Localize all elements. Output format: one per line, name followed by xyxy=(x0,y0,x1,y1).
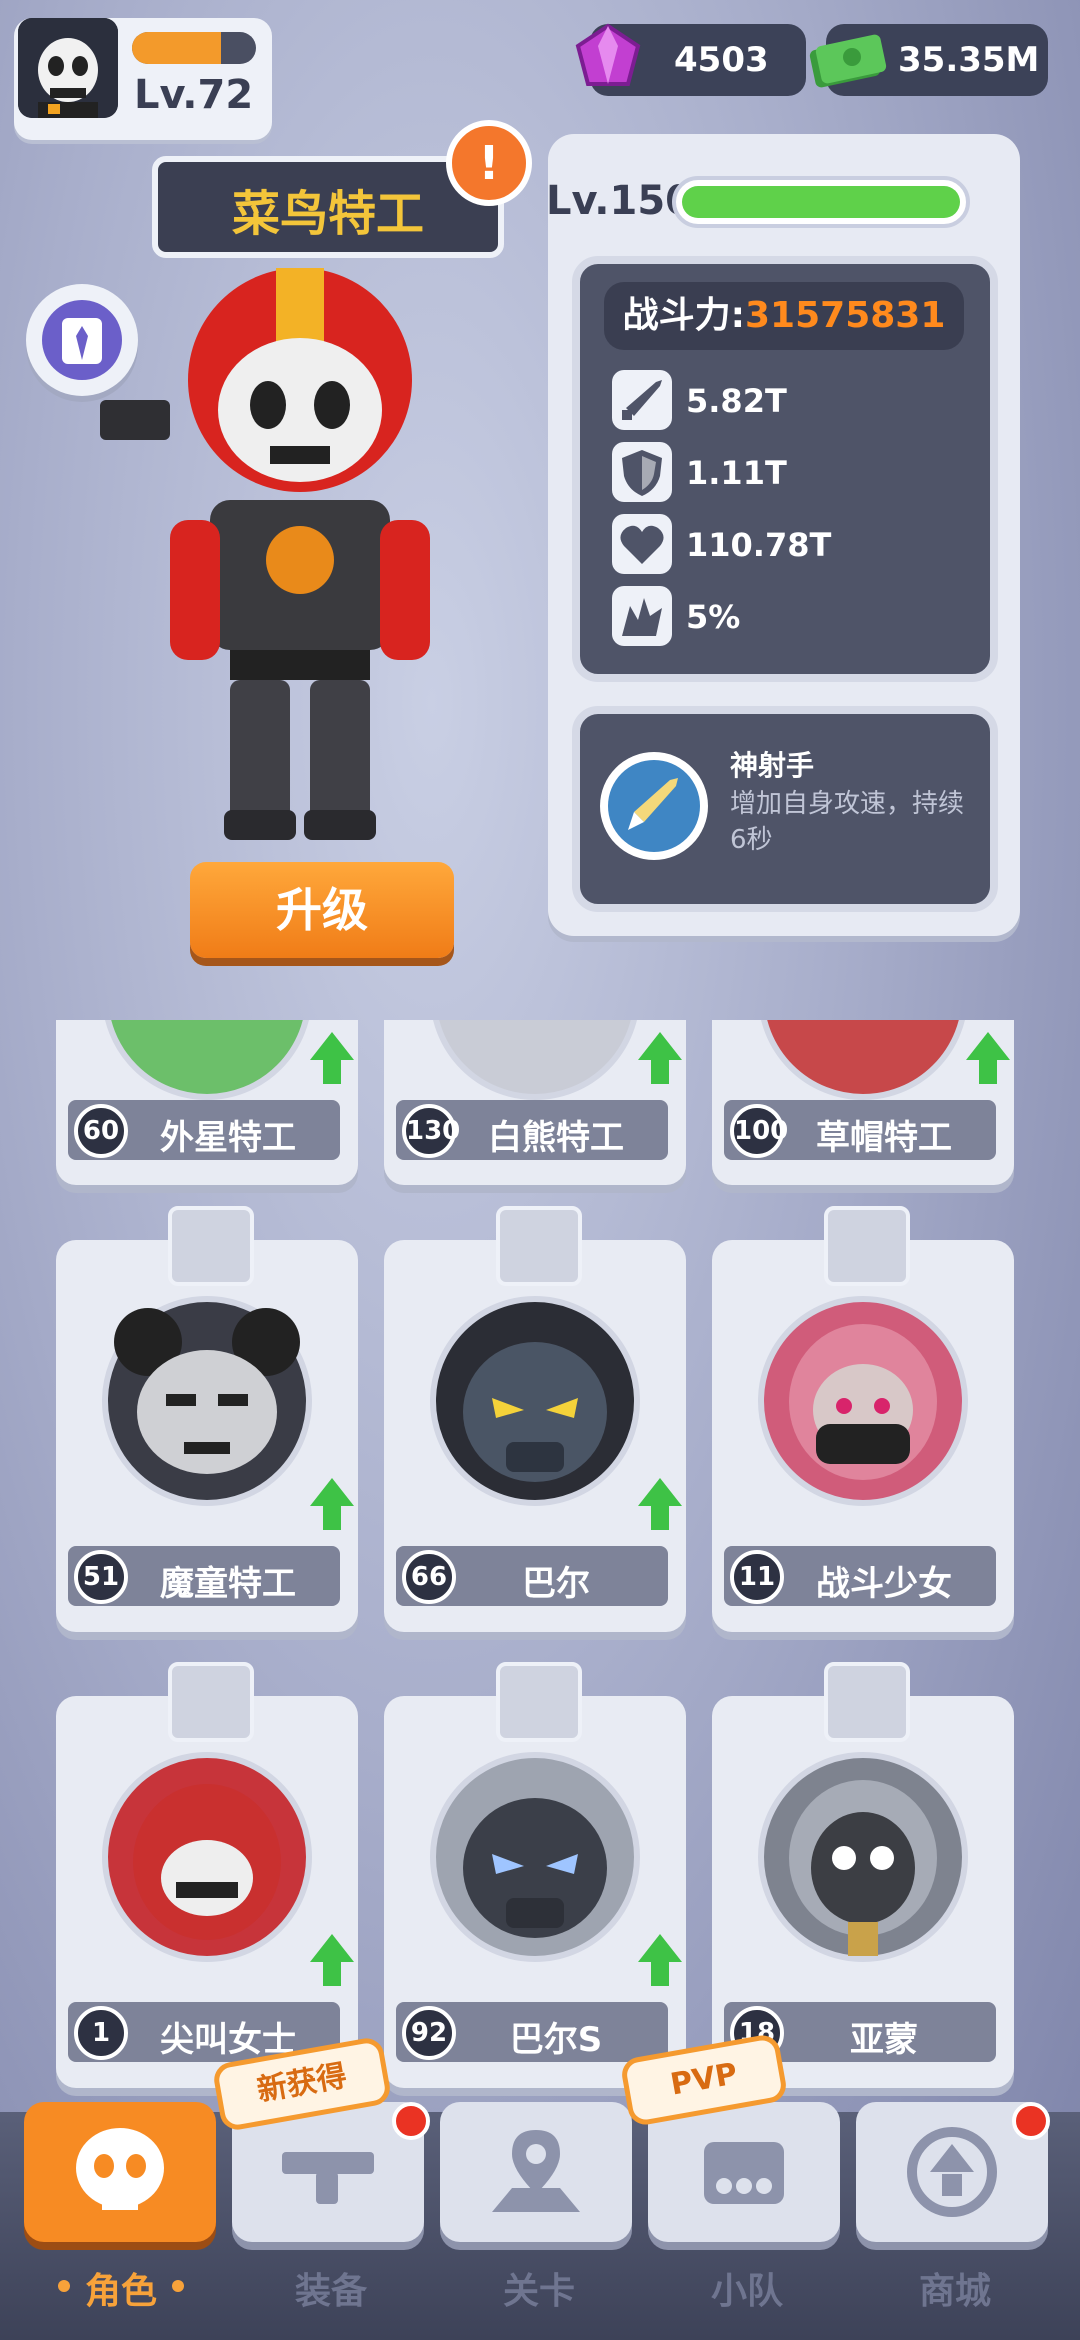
squad-icon xyxy=(704,2142,784,2204)
card-clip xyxy=(168,1206,254,1286)
character-portrait xyxy=(430,1020,640,1100)
notification-dot xyxy=(1012,2102,1050,2140)
marksman-skill-icon xyxy=(628,778,678,830)
upgrade-arrow-icon xyxy=(310,1934,354,1986)
gem-icon xyxy=(575,23,641,86)
upgrade-arrow-icon xyxy=(638,1478,682,1530)
roster-card[interactable]: 1 尖叫女士 xyxy=(56,1662,358,2088)
map-pin-icon xyxy=(492,2130,580,2212)
alert-icon[interactable]: ! xyxy=(446,120,532,206)
active-dot xyxy=(58,2280,70,2292)
stat-value: 110.78T xyxy=(686,526,832,564)
upgrade-arrow-icon xyxy=(638,1934,682,1986)
active-dot xyxy=(172,2280,184,2292)
character-name: 亚蒙 xyxy=(850,2020,918,2060)
roster-card[interactable]: 100 草帽特工 xyxy=(712,1020,1014,1185)
character-portrait xyxy=(430,1752,640,1962)
stat-value: 1.11T xyxy=(686,454,787,492)
player-avatar[interactable] xyxy=(18,18,118,118)
character-name: 巴尔 xyxy=(522,1564,590,1604)
character-name: 魔童特工 xyxy=(160,1564,296,1604)
character-portrait xyxy=(758,1752,968,1962)
shield-icon xyxy=(612,442,672,502)
character-portrait xyxy=(102,1296,312,1506)
hero-character-model xyxy=(100,268,430,840)
roster-card[interactable]: 130 白熊特工 xyxy=(384,1020,686,1185)
roster-label: 11 战斗少女 xyxy=(724,1546,996,1606)
crit-icon xyxy=(612,586,672,646)
nav-tab-levels[interactable] xyxy=(440,2102,632,2242)
skill-description: 增加自身攻速，持续6秒 xyxy=(730,789,965,855)
notification-dot xyxy=(392,2102,430,2140)
bullet-icon xyxy=(612,370,672,430)
roster-card[interactable]: 11 战斗少女 xyxy=(712,1206,1014,1632)
hero-level: Lv.150 xyxy=(546,178,693,224)
skull-avatar-icon xyxy=(18,18,118,118)
combat-power-label: 战斗力: xyxy=(622,295,745,336)
player-level: Lv.72 xyxy=(134,72,254,118)
character-name: 外星特工 xyxy=(160,1118,296,1158)
upgrade-arrow-icon xyxy=(310,1478,354,1530)
roster-label: 130 白熊特工 xyxy=(396,1100,668,1160)
card-clip xyxy=(824,1206,910,1286)
nav-label-character: 角色 xyxy=(84,2271,157,2312)
card-clip xyxy=(168,1662,254,1742)
nav-label-equipment: 装备 xyxy=(294,2271,367,2312)
character-name: 白熊特工 xyxy=(488,1118,624,1158)
roster-card[interactable]: 51 魔童特工 xyxy=(56,1206,358,1632)
roster-card[interactable]: 92 巴尔S xyxy=(384,1662,686,2088)
hero-name: 菜鸟特工 xyxy=(231,186,424,242)
nav-label-levels: 关卡 xyxy=(502,2271,575,2312)
card-clip xyxy=(824,1662,910,1742)
roster-card[interactable]: 66 巴尔 xyxy=(384,1206,686,1632)
player-xp-fill xyxy=(132,32,222,64)
character-portrait xyxy=(758,1296,968,1506)
card-clip xyxy=(496,1662,582,1742)
roster-label: 66 巴尔 xyxy=(396,1546,668,1606)
hero-progress-fill xyxy=(682,186,960,218)
roster-card[interactable]: 18 亚蒙 xyxy=(712,1662,1014,2088)
heart-icon xyxy=(612,514,672,574)
nav-label-squad: 小队 xyxy=(710,2271,783,2312)
roster-label: 100 草帽特工 xyxy=(724,1100,996,1160)
roster-grid[interactable]: 60 外星特工 130 白熊特工 100 草帽特工 51 魔童特工 66 巴尔 … xyxy=(0,1020,1080,2112)
character-name: 巴尔S xyxy=(509,2020,603,2060)
upgrade-arrow-icon xyxy=(966,1032,1010,1084)
nav-label-shop: 商城 xyxy=(918,2271,991,2312)
roster-label: 92 巴尔S xyxy=(396,2002,668,2062)
character-portrait xyxy=(430,1296,640,1506)
upgrade-arrow-icon xyxy=(310,1032,354,1084)
character-portrait xyxy=(102,1020,312,1100)
character-name: 战斗少女 xyxy=(816,1564,952,1604)
upgrade-arrow-icon xyxy=(638,1032,682,1084)
roster-label: 51 魔童特工 xyxy=(68,1546,340,1606)
skill-name: 神射手 xyxy=(730,749,815,782)
gem-count: 4503 xyxy=(674,40,769,80)
combat-power: 战斗力:31575831 xyxy=(604,282,964,350)
stat-value: 5% xyxy=(686,598,741,636)
card-clip xyxy=(496,1206,582,1286)
hero-progress-bar xyxy=(672,176,970,228)
player-xp-bar xyxy=(132,32,256,64)
stat-value: 5.82T xyxy=(686,382,787,420)
character-portrait xyxy=(758,1020,968,1100)
upgrade-button[interactable]: 升级 xyxy=(190,862,454,958)
nav-tab-squad[interactable] xyxy=(648,2102,840,2242)
character-name: 草帽特工 xyxy=(816,1118,952,1158)
skill-icon-frame xyxy=(600,752,708,860)
roster-card[interactable]: 60 外星特工 xyxy=(56,1020,358,1185)
combat-power-value: 31575831 xyxy=(745,295,946,336)
roster-label: 60 外星特工 xyxy=(68,1100,340,1160)
skull-icon xyxy=(76,2128,164,2210)
cash-icon xyxy=(809,34,887,88)
cash-count: 35.35M xyxy=(898,40,1040,80)
character-portrait xyxy=(102,1752,312,1962)
nav-tab-character[interactable] xyxy=(24,2102,216,2242)
